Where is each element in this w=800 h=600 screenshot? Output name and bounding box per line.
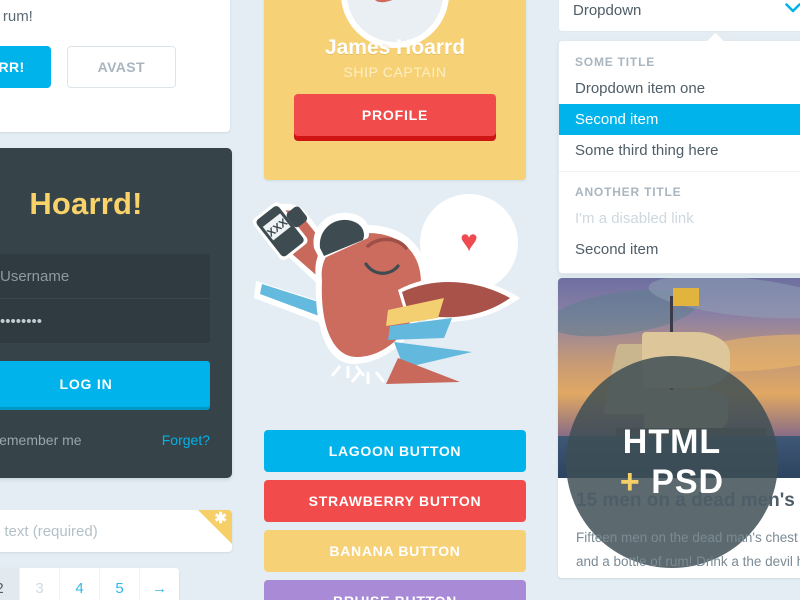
pagination: 12345→ (0, 568, 179, 600)
dropdown-item[interactable]: Some third thing here (559, 135, 800, 166)
username-field-row[interactable] (0, 254, 210, 298)
dropdown-group-title: SOME TITLE (575, 55, 655, 69)
alert-card: ttle of rum! ARR! AVAST (0, 0, 230, 132)
pagination-item-3: 3 (20, 568, 60, 600)
pagination-item-2[interactable]: 2 (0, 568, 20, 600)
parrot-svg: XXX (252, 202, 520, 384)
article-title: 15 men on a dead men's ch (576, 490, 800, 511)
chevron-down-icon (785, 1, 800, 19)
avatar-parrot-shape-b (393, 0, 429, 1)
avast-button[interactable]: AVAST (66, 46, 176, 88)
dropdown-group-title: ANOTHER TITLE (575, 185, 682, 199)
ship-flag (673, 288, 699, 306)
dropdown-trigger-label: Dropdown (573, 1, 642, 19)
bruise-button[interactable]: BRUISE BUTTON (264, 580, 526, 600)
hint-input-wrapper: ✱ (0, 510, 232, 552)
arr-button[interactable]: ARR! (0, 46, 51, 88)
badge-line-html: HTML (622, 423, 722, 461)
app-canvas: ttle of rum! ARR! AVAST Hoarrd! LOG IN (0, 0, 800, 600)
dropdown-item[interactable]: Second item (559, 234, 800, 265)
lagoon-button[interactable]: LAGOON BUTTON (264, 430, 526, 472)
dropdown-item: I'm a disabled link (575, 210, 694, 227)
profile-name: James Hoarrd (324, 36, 466, 59)
alert-actions: ARR! AVAST (0, 46, 176, 88)
dropdown-trigger[interactable]: Dropdown (558, 0, 800, 32)
pirate-parrot-illustration: ♥ XXX (248, 186, 538, 416)
profile-card: James Hoarrd SHIP CAPTAIN PROFILE (264, 0, 526, 180)
article-card: HTML + PSD 15 men on a dead men's ch Fif… (558, 278, 800, 578)
remember-me-row[interactable]: Remember me (0, 431, 82, 448)
avatar-parrot-shape-a (371, 0, 405, 5)
login-button[interactable]: LOG IN (0, 361, 210, 407)
login-title: Hoarrd! (29, 186, 143, 221)
dropdown-menu: SOME TITLE Dropdown item one Second item So… (558, 40, 800, 274)
required-asterisk-icon: ✱ (214, 510, 227, 527)
password-input[interactable] (0, 311, 201, 331)
strawberry-button[interactable]: STRAWBERRY BUTTON (264, 480, 526, 522)
color-button-group: LAGOON BUTTON STRAWBERRY BUTTON BANANA BUT… (264, 430, 526, 600)
banana-button[interactable]: BANANA BUTTON (264, 530, 526, 572)
article-body: Fifteen men on the dead man's chest Yo-h… (576, 530, 800, 569)
dropdown-item[interactable]: Second item (559, 104, 800, 135)
dropdown-item[interactable]: Dropdown item one (559, 73, 800, 104)
pagination-item-4[interactable]: 4 (60, 568, 100, 600)
alert-text: ttle of rum! (0, 8, 33, 25)
profile-role: SHIP CAPTAIN (343, 64, 447, 80)
username-input[interactable] (0, 266, 201, 286)
pagination-item-5[interactable]: 5 (100, 568, 140, 600)
password-field-row[interactable] (0, 298, 210, 343)
login-panel: Hoarrd! LOG IN Remember me Forget? (0, 148, 232, 478)
dropdown-separator (559, 171, 800, 172)
login-footer: Remember me Forget? (0, 431, 210, 448)
forgot-password-link[interactable]: Forget? (162, 432, 210, 448)
profile-button[interactable]: PROFILE (294, 94, 496, 136)
login-fields (0, 254, 210, 343)
remember-me-label: Remember me (0, 431, 82, 448)
pagination-item-next[interactable]: → (140, 568, 179, 600)
